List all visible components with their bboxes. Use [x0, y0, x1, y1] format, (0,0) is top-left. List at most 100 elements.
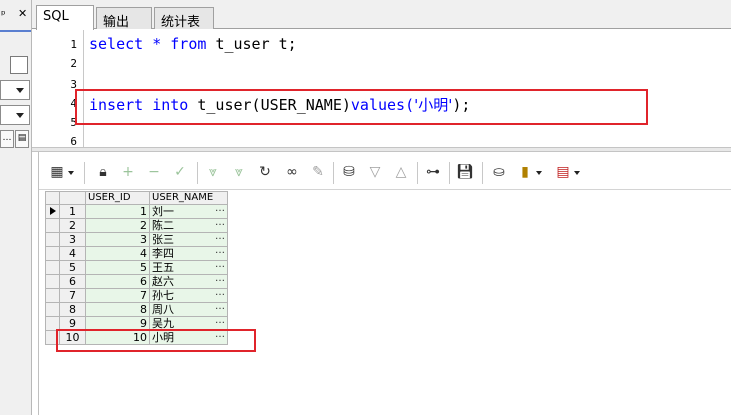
save-icon[interactable]: 💾︎ [456, 163, 474, 181]
dock-dropdown-2[interactable] [0, 105, 30, 125]
cell-user-id[interactable]: 5 [85, 260, 150, 275]
user-name-value: 张三 [152, 232, 174, 246]
lock-icon[interactable]: 🔒︎ [94, 163, 112, 181]
filter-icon[interactable]: ▽ [366, 163, 384, 181]
export-icon[interactable]: ⛀ [490, 163, 508, 181]
cell-user-id[interactable]: 3 [85, 232, 150, 247]
user-name-value: 孙七 [152, 288, 174, 302]
row-indicator [45, 274, 60, 289]
row-number: 3 [59, 232, 86, 247]
user-name-value: 刘一 [152, 204, 174, 218]
dock-button[interactable] [10, 56, 28, 74]
tab-sql[interactable]: SQL [36, 5, 94, 30]
table-row[interactable]: 2 2 陈二… [45, 217, 228, 233]
pin-icon[interactable]: ᵖ [1, 8, 6, 21]
row-number: 5 [59, 260, 86, 275]
dock-doc-icon[interactable]: ▤ [15, 130, 29, 148]
toolbar-separator [417, 162, 418, 184]
table-row[interactable]: 6 6 赵六… [45, 273, 228, 289]
new-row-highlight [56, 329, 256, 352]
cell-editor-button[interactable]: … [215, 217, 225, 229]
row-number: 2 [59, 218, 86, 233]
row-indicator [45, 246, 60, 261]
keyword: from [170, 35, 207, 53]
toolbar-separator [333, 162, 334, 184]
line-number: 2 [70, 57, 77, 70]
result-grid: USER_ID USER_NAME 1 1 刘一… 2 2 陈二… 3 3 张三… 4 4 李四… 5 5… [45, 191, 228, 345]
cell-editor-button[interactable]: … [215, 203, 225, 215]
dock-divider [0, 30, 31, 32]
cell-user-id[interactable]: 4 [85, 246, 150, 261]
table-row[interactable]: 1 1 刘一… [45, 203, 228, 219]
refresh-icon[interactable]: ↻ [256, 163, 274, 181]
fetch-last-icon[interactable]: ⩔ [230, 163, 248, 181]
row-indicator [45, 302, 60, 317]
left-dock-panel: ᵖ ✕ … ▤ [0, 0, 32, 415]
cell-editor-button[interactable]: … [215, 287, 225, 299]
editor-tab-bar: SQL 输出 统计表 [32, 0, 731, 30]
post-changes-icon[interactable]: ✓ [171, 163, 189, 181]
fetch-next-icon[interactable]: ⩔ [204, 163, 222, 181]
cell-user-id[interactable]: 1 [85, 204, 150, 219]
line-number: 1 [70, 38, 77, 51]
user-name-value: 王五 [152, 260, 174, 274]
user-name-value: 陈二 [152, 218, 174, 232]
clear-icon[interactable]: ✎ [309, 163, 327, 181]
cell-user-id[interactable]: 6 [85, 274, 150, 289]
tab-statistics[interactable]: 统计表 [154, 7, 214, 30]
cell-user-id[interactable]: 2 [85, 218, 150, 233]
toolbar-separator [449, 162, 450, 184]
table-row[interactable]: 5 5 王五… [45, 259, 228, 275]
row-number: 1 [59, 204, 86, 219]
user-name-value: 吴九 [152, 316, 174, 330]
result-toolbar: ▦ 🔒︎ + − ✓ ⩔ ⩔ ↻ ∞ ✎ ⛁ ▽ △ ⊶ 💾︎ ⛀ ▮ ▤ [39, 152, 731, 190]
sort-icon[interactable]: △ [392, 163, 410, 181]
operator: * [152, 35, 162, 53]
current-row-arrow-icon [50, 206, 56, 215]
dock-dropdown-1[interactable] [0, 80, 30, 100]
row-indicator [45, 288, 60, 303]
chart-icon[interactable]: ▮ [516, 163, 542, 181]
code-text: t_user t; [215, 35, 297, 53]
find-icon[interactable]: ∞ [283, 163, 301, 181]
tab-output[interactable]: 输出 [96, 7, 152, 30]
table-icon[interactable]: ▤ [554, 163, 580, 181]
add-record-icon[interactable]: + [119, 163, 137, 181]
table-row[interactable]: 7 7 孙七… [45, 287, 228, 303]
dock-more-button[interactable]: … [0, 130, 14, 148]
row-number-header [59, 191, 86, 205]
grid-view-icon[interactable]: ▦ [48, 163, 74, 181]
delete-record-icon[interactable]: − [145, 163, 163, 181]
indicator-header [45, 191, 60, 205]
result-pane: ▦ 🔒︎ + − ✓ ⩔ ⩔ ↻ ∞ ✎ ⛁ ▽ △ ⊶ 💾︎ ⛀ ▮ ▤ US… [38, 152, 731, 415]
query-by-example-icon[interactable]: ⛁ [340, 163, 358, 181]
table-row[interactable]: 4 4 李四… [45, 245, 228, 261]
sql-editor[interactable]: 1 2 3 4 5 6 select * from t_user t; inse… [38, 30, 731, 148]
row-indicator [45, 204, 60, 219]
row-number: 6 [59, 274, 86, 289]
column-header-user-id[interactable]: USER_ID [85, 191, 150, 205]
row-indicator [45, 260, 60, 275]
row-indicator [45, 218, 60, 233]
link-icon[interactable]: ⊶ [424, 163, 442, 181]
row-number: 8 [59, 302, 86, 317]
row-number: 4 [59, 246, 86, 261]
cell-user-id[interactable]: 8 [85, 302, 150, 317]
cell-editor-button[interactable]: … [215, 231, 225, 243]
table-row[interactable]: 8 8 周八… [45, 301, 228, 317]
close-panel-icon[interactable]: ✕ [18, 7, 27, 20]
code-line-1[interactable]: select * from t_user t; [89, 35, 297, 53]
cell-editor-button[interactable]: … [215, 259, 225, 271]
table-row[interactable]: 3 3 张三… [45, 231, 228, 247]
cell-editor-button[interactable]: … [215, 301, 225, 313]
keyword: select [89, 35, 144, 53]
row-number: 7 [59, 288, 86, 303]
cell-editor-button[interactable]: … [215, 245, 225, 257]
cell-user-id[interactable]: 7 [85, 288, 150, 303]
user-name-value: 周八 [152, 302, 174, 316]
cell-editor-button[interactable]: … [215, 315, 225, 327]
cell-editor-button[interactable]: … [215, 273, 225, 285]
user-name-value: 李四 [152, 246, 174, 260]
row-indicator [45, 232, 60, 247]
toolbar-separator [197, 162, 198, 184]
